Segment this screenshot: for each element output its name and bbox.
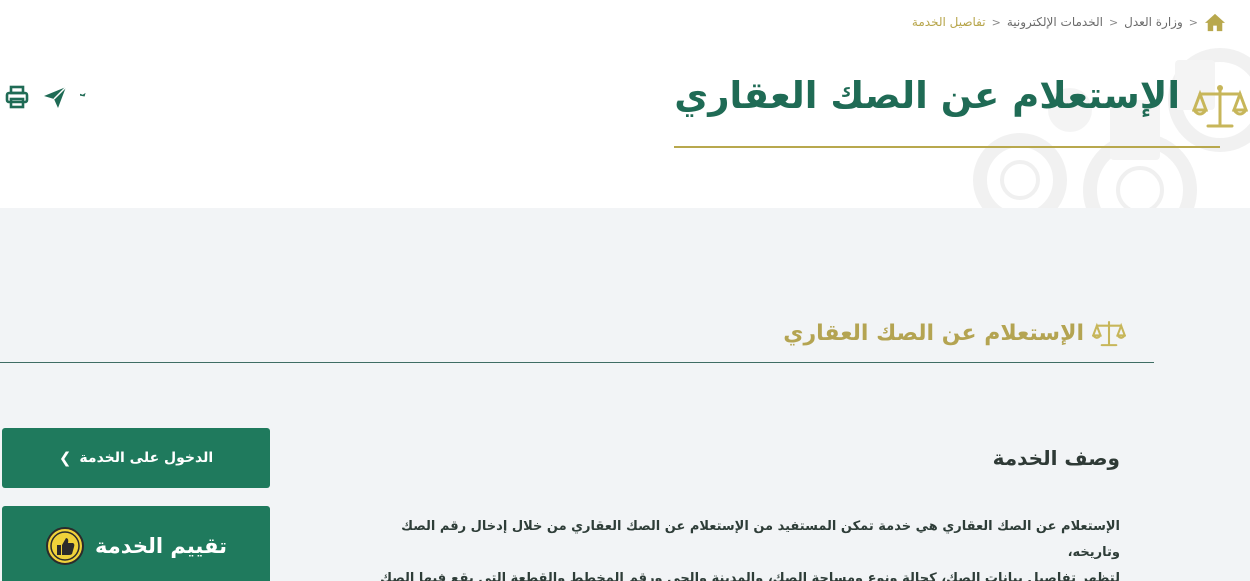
breadcrumb: < وزارة العدل < الخدمات الإلكترونية < تف… [912, 12, 1226, 32]
scale-icon [1092, 321, 1126, 347]
title-underline [674, 146, 1220, 148]
print-icon[interactable] [4, 84, 30, 110]
rate-service-button[interactable]: تقييم الخدمة [2, 506, 270, 581]
description-text: الإستعلام عن الصك العقاري هي خدمة تمكن ا… [360, 514, 1120, 581]
description-line: الإستعلام عن الصك العقاري هي خدمة تمكن ا… [401, 519, 1120, 560]
section-divider [0, 362, 1154, 363]
page-title-group: الإستعلام عن الصك العقاري [650, 70, 1250, 150]
breadcrumb-item-eservices[interactable]: الخدمات الإلكترونية [1007, 15, 1103, 29]
section-title: الإستعلام عن الصك العقاري [783, 320, 1084, 346]
page-tools [0, 84, 88, 110]
enter-service-label: الدخول على الخدمة [79, 450, 214, 466]
page-header: < وزارة العدل < الخدمات الإلكترونية < تف… [0, 0, 1250, 208]
share-icon[interactable] [42, 84, 68, 110]
description-title: وصف الخدمة [992, 446, 1120, 470]
breadcrumb-separator: < [991, 15, 1001, 29]
star-icon[interactable] [80, 84, 92, 110]
breadcrumb-item-current: تفاصيل الخدمة [911, 15, 986, 29]
chevron-left-icon: ❯ [58, 449, 72, 467]
thumb-up-icon [46, 527, 84, 565]
rate-service-label: تقييم الخدمة [95, 534, 228, 558]
home-icon[interactable] [1204, 12, 1226, 32]
breadcrumb-separator: < [1108, 15, 1119, 29]
breadcrumb-item-ministry[interactable]: وزارة العدل [1124, 15, 1183, 29]
enter-service-button[interactable]: الدخول على الخدمة ❯ [2, 428, 270, 488]
scale-icon [1192, 85, 1248, 128]
section-title-group: الإستعلام عن الصك العقاري [783, 318, 1126, 348]
breadcrumb-separator: < [1188, 15, 1198, 29]
page-title: الإستعلام عن الصك العقاري [674, 74, 1180, 117]
description-line: لتظهر تفاصيل بيانات الصك، كحالة ونوع ومس… [380, 571, 1120, 581]
